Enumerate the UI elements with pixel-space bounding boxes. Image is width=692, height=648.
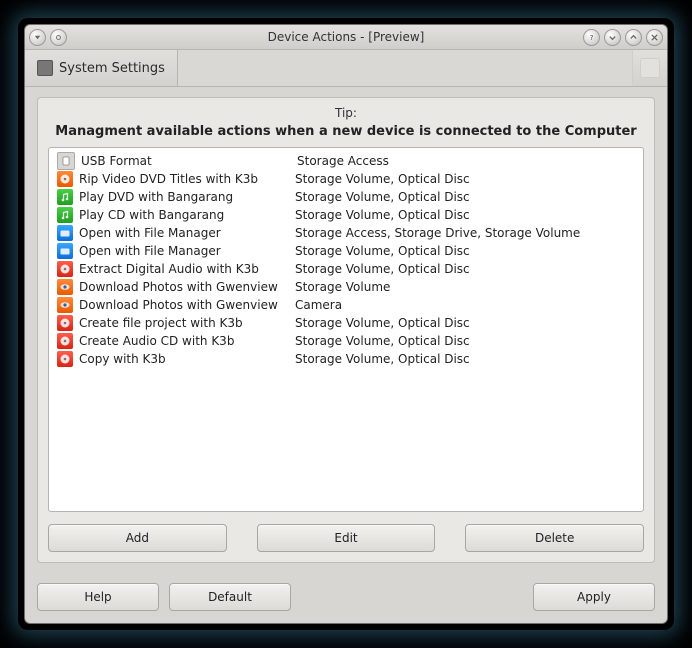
k3b-icon: [57, 333, 73, 349]
action-desc: Storage Volume, Optical Disc: [295, 316, 635, 330]
edit-button[interactable]: Edit: [257, 524, 436, 552]
action-desc: Storage Volume, Optical Disc: [295, 334, 635, 348]
action-desc: Storage Volume, Optical Disc: [295, 262, 635, 276]
list-item[interactable]: USB FormatStorage Access: [49, 152, 643, 170]
gwenview-icon: [57, 297, 73, 313]
maximize-button[interactable]: [625, 29, 642, 46]
action-name: Open with File Manager: [79, 244, 295, 258]
list-item[interactable]: Play CD with BangarangStorage Volume, Op…: [49, 206, 643, 224]
k3b-icon: [57, 171, 73, 187]
main-panel: Tip: Managment available actions when a …: [37, 97, 655, 563]
action-desc: Camera: [295, 298, 635, 312]
list-item[interactable]: Extract Digital Audio with K3bStorage Vo…: [49, 260, 643, 278]
k3b-icon: [57, 261, 73, 277]
list-item[interactable]: Play DVD with BangarangStorage Volume, O…: [49, 188, 643, 206]
delete-button[interactable]: Delete: [465, 524, 644, 552]
system-settings-icon: [37, 60, 53, 76]
add-button[interactable]: Add: [48, 524, 227, 552]
titlebar: Device Actions - [Preview] ?: [25, 25, 667, 50]
list-item[interactable]: Rip Video DVD Titles with K3bStorage Vol…: [49, 170, 643, 188]
action-desc: Storage Volume, Optical Disc: [295, 244, 635, 258]
action-desc: Storage Volume, Optical Disc: [295, 190, 635, 204]
action-name: Open with File Manager: [79, 226, 295, 240]
list-item[interactable]: Open with File ManagerStorage Access, St…: [49, 224, 643, 242]
svg-text:?: ?: [590, 33, 594, 42]
list-item[interactable]: Download Photos with GwenviewCamera: [49, 296, 643, 314]
list-item[interactable]: Copy with K3bStorage Volume, Optical Dis…: [49, 350, 643, 368]
action-desc: Storage Volume, Optical Disc: [295, 208, 635, 222]
action-name: Play DVD with Bangarang: [79, 190, 295, 204]
bangarang-icon: [57, 189, 73, 205]
help-titlebar-button[interactable]: ?: [583, 29, 600, 46]
action-name: Download Photos with Gwenview: [79, 280, 295, 294]
action-name: Play CD with Bangarang: [79, 208, 295, 222]
action-name: Rip Video DVD Titles with K3b: [79, 172, 295, 186]
default-button[interactable]: Default: [169, 583, 291, 611]
list-item[interactable]: Open with File ManagerStorage Volume, Op…: [49, 242, 643, 260]
tip-label: Tip:: [48, 106, 644, 120]
apply-button[interactable]: Apply: [533, 583, 655, 611]
list-item[interactable]: Create Audio CD with K3bStorage Volume, …: [49, 332, 643, 350]
bangarang-icon: [57, 207, 73, 223]
list-action-buttons: Add Edit Delete: [48, 524, 644, 552]
window: Device Actions - [Preview] ? System Sett…: [24, 24, 668, 624]
action-name: USB Format: [81, 154, 297, 168]
k3b-icon: [57, 315, 73, 331]
usb-drive-icon: [57, 152, 75, 170]
window-title: Device Actions - [Preview]: [25, 30, 667, 44]
action-desc: Storage Access, Storage Drive, Storage V…: [295, 226, 635, 240]
close-button[interactable]: [646, 29, 663, 46]
system-settings-label: System Settings: [59, 61, 165, 76]
footer: Help Default Apply: [25, 575, 667, 623]
k3b-icon: [57, 351, 73, 367]
action-name: Copy with K3b: [79, 352, 295, 366]
window-menu-button[interactable]: [29, 29, 46, 46]
list-item[interactable]: Download Photos with GwenviewStorage Vol…: [49, 278, 643, 296]
keep-above-button[interactable]: [50, 29, 67, 46]
actions-list[interactable]: USB FormatStorage AccessRip Video DVD Ti…: [48, 147, 644, 512]
action-desc: Storage Volume, Optical Disc: [295, 352, 635, 366]
file-manager-icon: [57, 225, 73, 241]
toolbar: System Settings: [25, 50, 667, 87]
action-name: Extract Digital Audio with K3b: [79, 262, 295, 276]
gwenview-icon: [57, 279, 73, 295]
system-settings-button[interactable]: System Settings: [25, 50, 178, 86]
file-manager-icon: [57, 243, 73, 259]
toolbar-configure-button[interactable]: [632, 50, 667, 86]
action-name: Download Photos with Gwenview: [79, 298, 295, 312]
help-button[interactable]: Help: [37, 583, 159, 611]
action-desc: Storage Volume: [295, 280, 635, 294]
action-name: Create Audio CD with K3b: [79, 334, 295, 348]
minimize-button[interactable]: [604, 29, 621, 46]
panel-headline: Managment available actions when a new d…: [48, 124, 644, 139]
action-desc: Storage Volume, Optical Disc: [295, 172, 635, 186]
action-desc: Storage Access: [297, 154, 635, 168]
action-name: Create file project with K3b: [79, 316, 295, 330]
configure-icon: [640, 58, 660, 78]
content-area: Tip: Managment available actions when a …: [25, 87, 667, 575]
list-item[interactable]: Create file project with K3bStorage Volu…: [49, 314, 643, 332]
